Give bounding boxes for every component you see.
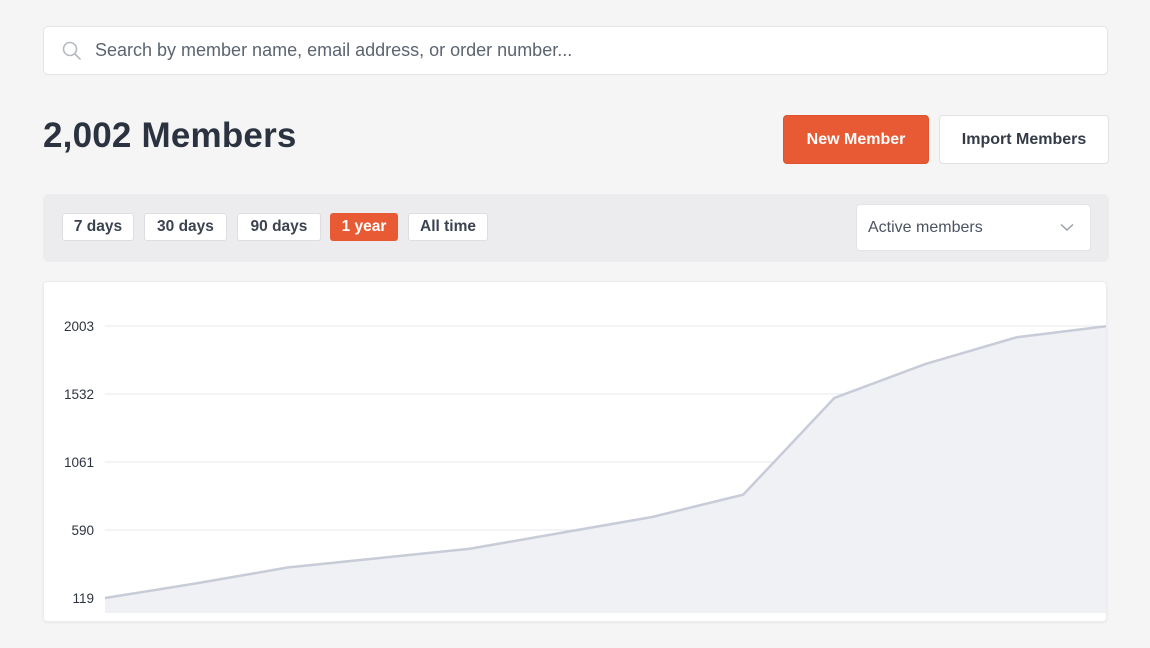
y-tick-label: 590	[71, 523, 94, 538]
chevron-down-icon	[1060, 223, 1074, 232]
y-tick-label: 2003	[64, 319, 94, 334]
range-all-time[interactable]: All time	[408, 213, 488, 241]
search-icon	[62, 41, 81, 60]
chart-canvas: 119 590 1061 1532 2003	[64, 319, 1106, 613]
search-input[interactable]	[93, 39, 1057, 62]
chart-filter-bar: 7 days 30 days 90 days 1 year All time A…	[43, 194, 1109, 262]
metric-select[interactable]: Active members	[856, 204, 1091, 251]
range-30-days[interactable]: 30 days	[144, 213, 227, 241]
y-tick-label: 119	[72, 591, 94, 606]
import-members-button[interactable]: Import Members	[939, 115, 1109, 164]
page-title: 2,002 Members	[43, 116, 297, 155]
range-7-days[interactable]: 7 days	[62, 213, 134, 241]
range-1-year[interactable]: 1 year	[330, 213, 398, 241]
y-tick-label: 1061	[64, 455, 94, 470]
area-fill	[105, 326, 1106, 613]
range-90-days[interactable]: 90 days	[237, 213, 321, 241]
y-tick-label: 1532	[64, 387, 94, 402]
search-bar[interactable]	[43, 26, 1108, 75]
metric-select-value: Active members	[868, 218, 983, 236]
members-chart: 119 590 1061 1532 2003	[43, 281, 1107, 622]
new-member-button[interactable]: New Member	[783, 115, 929, 164]
